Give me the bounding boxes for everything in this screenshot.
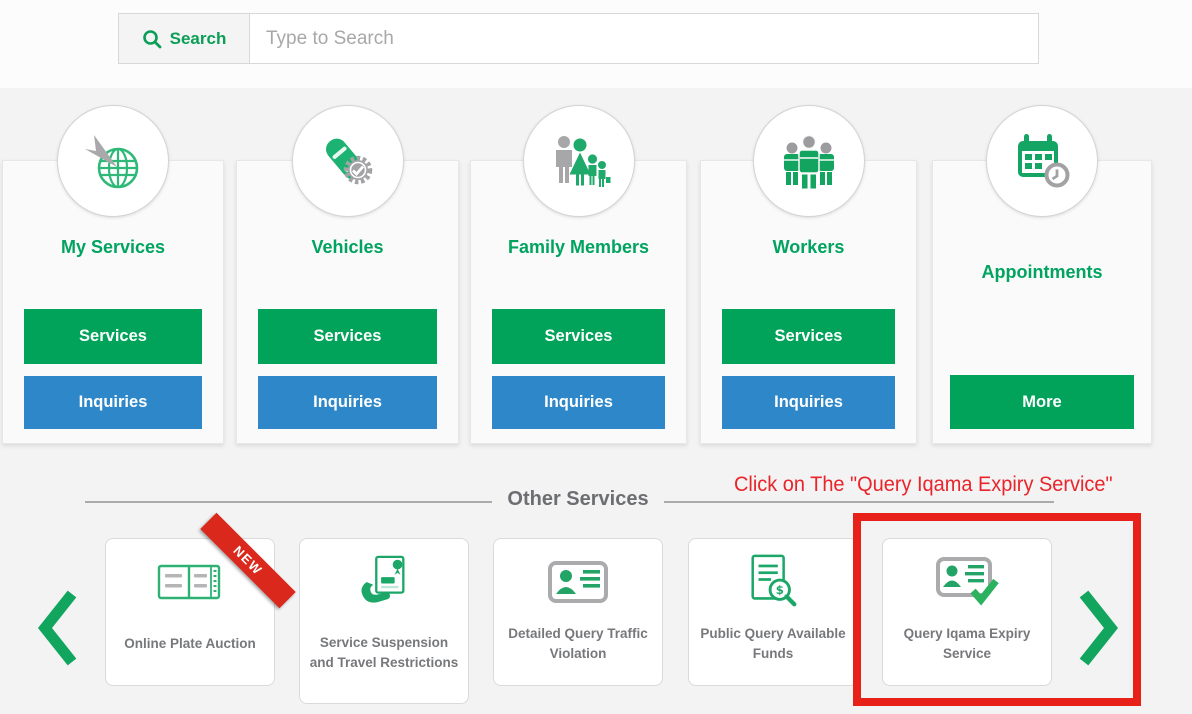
service-label: Online Plate Auction [124, 636, 256, 651]
service-label: Public Query Available Funds [700, 626, 846, 661]
category-icon-circle [57, 105, 169, 217]
hand-document-icon [361, 555, 405, 603]
id-card-check-icon [936, 557, 999, 606]
service-card-online-plate-auction[interactable]: Online Plate Auction NEW [105, 512, 296, 686]
category-title: Family Members [507, 237, 650, 257]
category-card-vehicles: Vehicles Services Inquiries [236, 105, 459, 444]
services-button[interactable]: Services [258, 309, 437, 364]
annotation-text: Click on The "Query Iqama Expiry Service… [734, 473, 1113, 496]
category-title: Workers [772, 237, 845, 257]
id-card-icon [548, 561, 608, 603]
inquiries-button[interactable]: Inquiries [24, 376, 202, 429]
chevron-right-icon [1079, 590, 1119, 666]
category-icon-circle [752, 105, 865, 217]
services-button[interactable]: Services [24, 309, 202, 364]
category-title: Vehicles [311, 237, 384, 257]
category-card-appointments: Appointments More [932, 105, 1152, 444]
service-card-detailed-query-traffic-violation[interactable]: Detailed Query Traffic Violation [493, 538, 663, 686]
service-label: Detailed Query Traffic Violation [508, 626, 648, 661]
service-card-public-query-available-funds[interactable]: $ Public Query Available Funds [688, 538, 858, 686]
category-icon-circle [986, 105, 1098, 217]
category-title: Appointments [981, 262, 1103, 282]
document-search-dollar-icon: $ [751, 554, 797, 607]
workers-icon [783, 134, 834, 190]
service-icon-box [157, 553, 223, 611]
category-title: My Services [60, 237, 166, 257]
magnifier-icon [142, 29, 162, 48]
service-icon-box: $ [746, 553, 800, 611]
family-icon [555, 136, 610, 187]
category-card-family-members: Family Members Services Inquiries [470, 105, 687, 444]
category-card-workers: Workers Services Inquiries [700, 105, 917, 444]
carousel-next-button[interactable] [1076, 589, 1120, 667]
search-button[interactable]: Search [119, 14, 250, 63]
more-button[interactable]: More [950, 375, 1134, 429]
search-bar: Search [118, 13, 1039, 64]
search-button-label: Search [169, 28, 227, 48]
svg-text:$: $ [776, 583, 784, 597]
license-plate-icon [157, 564, 221, 600]
search-input[interactable] [250, 14, 1038, 63]
service-card-service-suspension[interactable]: Service Suspension and Travel Restrictio… [299, 538, 469, 704]
service-icon-box [356, 553, 412, 611]
category-icon-circle [291, 105, 404, 217]
category-card-my-services: My Services Services Inquiries [2, 105, 224, 444]
services-button[interactable]: Services [492, 309, 665, 364]
chevron-left-icon [37, 590, 77, 666]
service-label: Service Suspension and Travel Restrictio… [309, 635, 459, 670]
service-label: Query Iqama Expiry Service [903, 626, 1031, 661]
carousel-prev-button[interactable] [36, 589, 80, 667]
inquiries-button[interactable]: Inquiries [722, 376, 895, 429]
inquiries-button[interactable]: Inquiries [258, 376, 437, 429]
services-button[interactable]: Services [722, 309, 895, 364]
car-check-icon [325, 138, 372, 185]
service-icon-box [935, 553, 999, 611]
calendar-clock-icon [1018, 134, 1070, 188]
service-card-query-iqama-expiry-service[interactable]: Query Iqama Expiry Service [882, 538, 1052, 686]
service-icon-box [547, 553, 609, 611]
inquiries-button[interactable]: Inquiries [492, 376, 665, 429]
globe-cursor-icon [85, 135, 139, 189]
category-icon-circle [522, 105, 635, 217]
